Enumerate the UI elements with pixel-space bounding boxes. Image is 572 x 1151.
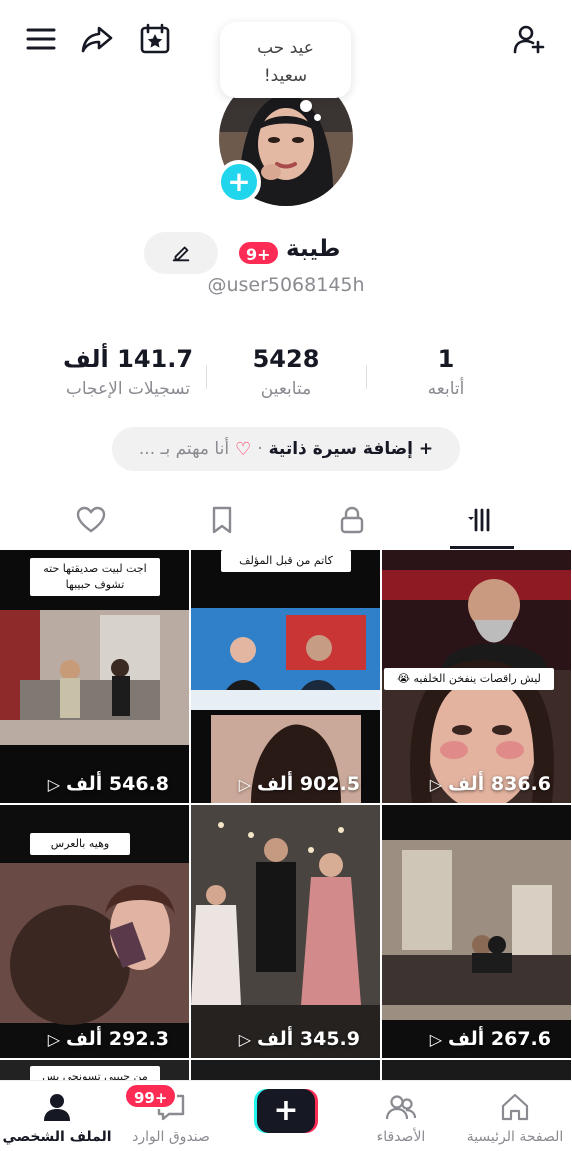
stat-likes[interactable]: 141.7 ألف تسجيلات الإعجاب xyxy=(58,345,198,399)
video-caption: كاتم من قبل المؤلف xyxy=(221,550,351,572)
nav-home-label: الصفحة الرئيسية xyxy=(466,1129,564,1145)
video-views: 267.6 ألف ▷ xyxy=(430,1028,551,1050)
play-icon: ▷ xyxy=(47,774,60,794)
video-thumbnail-image xyxy=(191,805,380,1058)
play-icon: ▷ xyxy=(429,774,442,794)
following-count: 1 xyxy=(437,345,455,373)
video-caption: ليش راقصات ينفخن الخلفيه 😭 xyxy=(384,668,554,690)
video-caption: اجت لبيت صديقتها حته تشوف حبيبها xyxy=(30,558,160,596)
video-thumbnail-image xyxy=(382,805,571,1058)
video-views: 902.5 ألف ▷ xyxy=(239,773,360,795)
profile-note-text: عيد حب سعيد! xyxy=(257,38,314,86)
calendar-star-icon[interactable] xyxy=(136,20,174,58)
video-views: 345.9 ألف ▷ xyxy=(239,1028,360,1050)
video-thumbnail[interactable] xyxy=(191,1060,380,1080)
nav-friends[interactable]: الأصدقاء xyxy=(344,1091,458,1145)
bio-separator: · xyxy=(257,439,263,459)
interests-button[interactable]: أنا مهتم بـ ... xyxy=(139,439,229,459)
add-bio-button[interactable]: + إضافة سيرة ذاتية xyxy=(269,439,434,459)
add-story-button[interactable]: + xyxy=(217,160,261,204)
nav-home[interactable]: الصفحة الرئيسية xyxy=(458,1091,572,1145)
video-views: 546.8 ألف ▷ xyxy=(48,773,169,795)
play-icon: ▷ xyxy=(429,1029,442,1049)
likes-count: 141.7 ألف xyxy=(62,345,194,373)
stat-divider xyxy=(366,365,367,389)
video-thumbnail[interactable]: 345.9 ألف ▷ xyxy=(191,805,380,1058)
view-count: 546.8 ألف xyxy=(66,773,169,795)
profile-person-icon xyxy=(44,1094,70,1121)
heart-icon: ♡ xyxy=(235,438,252,460)
likes-label: تسجيلات الإعجاب xyxy=(65,379,191,399)
nav-profile[interactable]: الملف الشخصي xyxy=(0,1091,114,1145)
active-tab-indicator xyxy=(450,546,514,549)
view-count: 267.6 ألف xyxy=(448,1028,551,1050)
note-bubble-tail-small xyxy=(314,114,321,121)
video-grid: اجت لبيت صديقتها حته تشوف حبيبها 546.8 أ… xyxy=(0,550,572,1080)
stat-divider xyxy=(206,365,207,389)
view-count: 836.6 ألف xyxy=(448,773,551,795)
following-label: أتابعه xyxy=(427,379,465,399)
tab-liked[interactable] xyxy=(19,494,162,546)
inbox-badge: 99+ xyxy=(124,1083,178,1109)
play-icon: ▷ xyxy=(47,1029,60,1049)
friends-icon xyxy=(385,1095,417,1120)
bookmark-icon xyxy=(212,506,231,534)
note-bubble-tail xyxy=(300,100,312,112)
heart-icon xyxy=(76,506,105,533)
create-button[interactable]: + xyxy=(254,1089,318,1133)
followers-label: متابعين xyxy=(260,379,312,399)
bio-interests-pill[interactable]: + إضافة سيرة ذاتية · ♡ أنا مهتم بـ ... xyxy=(112,427,460,471)
view-count: 292.3 ألف xyxy=(66,1028,169,1050)
video-thumbnail[interactable]: من حبيبي تسونجي يس باقيه xyxy=(0,1060,189,1080)
pencil-icon xyxy=(172,246,190,262)
tab-private[interactable] xyxy=(280,494,423,546)
view-count: 345.9 ألف xyxy=(257,1028,360,1050)
stat-followers[interactable]: 5428 متابعين xyxy=(226,345,346,399)
play-icon: ▷ xyxy=(238,774,251,794)
share-arrow-icon[interactable] xyxy=(78,20,116,58)
video-thumbnail[interactable]: ليش راقصات ينفخن الخلفيه 😭 836.6 ألف ▷ xyxy=(382,550,571,803)
video-thumbnail[interactable]: اجت لبيت صديقتها حته تشوف حبيبها 546.8 أ… xyxy=(0,550,189,803)
video-thumbnail[interactable]: 267.6 ألف ▷ xyxy=(382,805,571,1058)
home-icon xyxy=(501,1093,529,1121)
video-thumbnail[interactable] xyxy=(382,1060,571,1080)
followers-count: 5428 xyxy=(252,345,320,373)
hamburger-menu-icon[interactable] xyxy=(22,20,60,58)
video-thumbnail[interactable]: وهيه بالعرس 292.3 ألف ▷ xyxy=(0,805,189,1058)
video-views: 292.3 ألف ▷ xyxy=(48,1028,169,1050)
view-count: 902.5 ألف xyxy=(257,773,360,795)
tab-favorites[interactable] xyxy=(150,494,293,546)
tab-videos[interactable] xyxy=(410,494,553,546)
add-user-icon[interactable] xyxy=(510,20,548,58)
video-views: 836.6 ألف ▷ xyxy=(430,773,551,795)
nav-inbox-label: صندوق الوارد xyxy=(132,1129,210,1145)
profile-stats: 141.7 ألف تسجيلات الإعجاب 5428 متابعين 1… xyxy=(0,345,572,415)
stat-following[interactable]: 1 أتابعه xyxy=(396,345,496,399)
bottom-navigation: الملف الشخصي صندوق الوارد 99+ + الأصدقاء… xyxy=(0,1080,572,1151)
nav-friends-label: الأصدقاء xyxy=(376,1129,426,1145)
video-caption: من حبيبي تسونجي يس باقيه xyxy=(30,1066,160,1080)
play-icon: ▷ xyxy=(238,1029,251,1049)
video-thumbnail-image xyxy=(191,550,380,803)
username: @user5068145h xyxy=(207,274,365,296)
lock-icon xyxy=(340,506,363,534)
profile-note-bubble[interactable]: عيد حب سعيد! xyxy=(220,22,351,98)
edit-profile-button[interactable] xyxy=(144,232,218,274)
name-notification-badge: 9+ xyxy=(237,240,280,266)
nav-profile-label: الملف الشخصي xyxy=(2,1129,112,1145)
plus-icon: + xyxy=(257,1089,315,1133)
profile-tabs xyxy=(0,494,572,548)
display-name: طيبة xyxy=(286,236,341,262)
video-caption: وهيه بالعرس xyxy=(30,833,130,855)
video-thumbnail[interactable]: كاتم من قبل المؤلف 902.5 ألف ▷ xyxy=(191,550,380,803)
grid-icon xyxy=(467,508,489,532)
name-row: 9+ طيبة xyxy=(0,232,572,274)
